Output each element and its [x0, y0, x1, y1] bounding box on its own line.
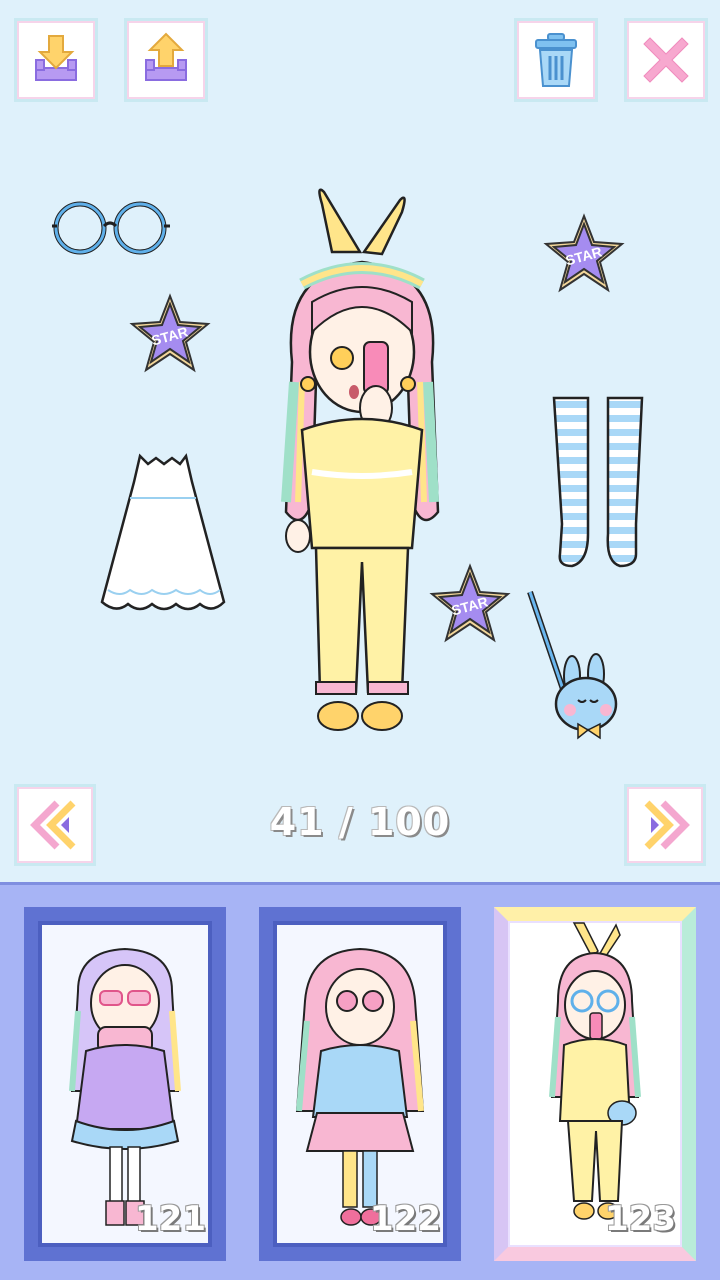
outfit-number: 122 [370, 1199, 441, 1239]
star-cookie-icon: STAR [129, 293, 211, 373]
download-button[interactable] [14, 18, 98, 102]
close-button[interactable] [624, 18, 708, 102]
round-glasses-item[interactable] [50, 198, 172, 263]
outfit-number: 123 [605, 1199, 676, 1239]
trash-icon [535, 33, 577, 87]
bunny-bag-item[interactable] [524, 588, 634, 757]
outfit-number: 121 [135, 1199, 206, 1239]
outfit-tray: 121 122 123 [0, 882, 720, 1280]
page-counter: 41 / 100 [269, 800, 451, 844]
upload-button[interactable] [124, 18, 208, 102]
next-page-button[interactable] [624, 784, 706, 866]
upload-icon [145, 32, 187, 81]
white-dress-item[interactable] [100, 452, 226, 619]
star-cookie-icon: STAR [543, 213, 625, 293]
main-character[interactable] [272, 182, 452, 743]
outfit-card[interactable]: 122 [259, 907, 461, 1261]
close-icon [643, 37, 689, 83]
striped-stockings-item[interactable] [550, 394, 646, 579]
trash-button[interactable] [514, 18, 598, 102]
outfit-card-selected[interactable]: 123 [494, 907, 696, 1261]
white-dress-icon [100, 453, 226, 611]
outfit-card[interactable]: 121 [24, 907, 226, 1261]
round-glasses-icon [52, 201, 170, 255]
star-cookie-item[interactable]: STAR [542, 212, 626, 301]
bunny-bag-icon [527, 591, 618, 740]
previous-page-button[interactable] [14, 784, 96, 866]
star-cookie-item[interactable]: STAR [128, 292, 212, 381]
character-figure [281, 188, 440, 731]
double-chevron-left-icon [30, 800, 76, 850]
striped-stockings-icon [552, 396, 644, 568]
double-chevron-right-icon [644, 800, 690, 850]
download-icon [35, 35, 77, 81]
